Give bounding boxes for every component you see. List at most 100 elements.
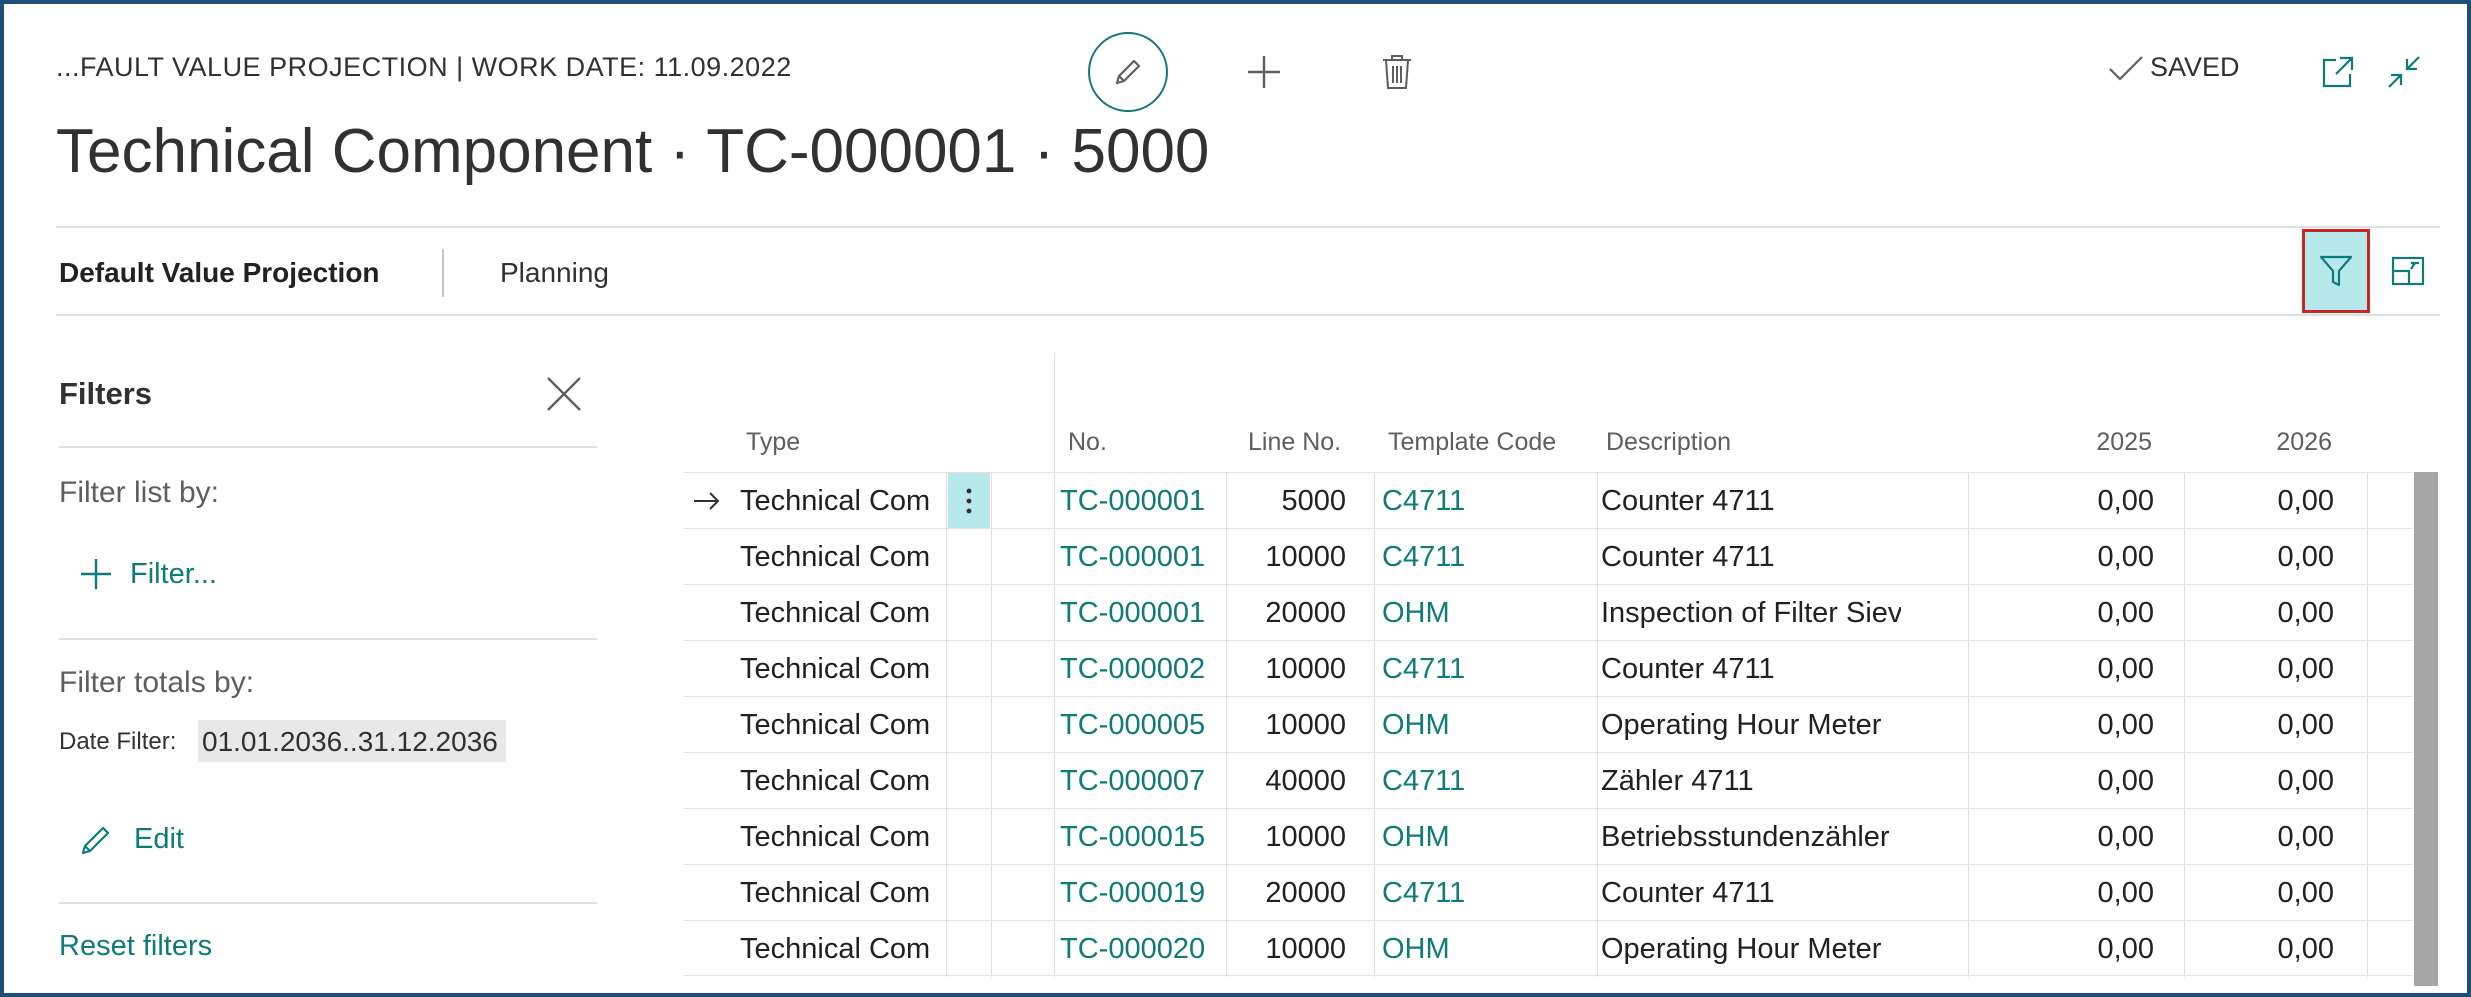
column-header-2025[interactable]: 2025 — [2004, 428, 2152, 457]
column-header-no[interactable]: No. — [1068, 428, 1107, 457]
cell-template-code[interactable]: C4711 — [1382, 641, 1562, 697]
plus-icon — [1248, 56, 1280, 88]
cell-description: Operating Hour Meter — [1601, 709, 1882, 741]
table-row[interactable]: Technical Comp... TC-000001 20000 OHM Inspec… — [684, 584, 2412, 641]
cell-line-no: 10000 — [1265, 933, 1346, 965]
cell-2025: 0,00 — [2097, 709, 2154, 741]
open-new-window-button[interactable] — [2318, 52, 2358, 92]
grid-cell-border — [1597, 809, 1598, 865]
grid-cell-border — [991, 921, 992, 977]
cell-type: Technical Comp... — [740, 541, 930, 573]
new-button[interactable] — [1240, 48, 1288, 96]
grid-cell-border — [1374, 585, 1375, 641]
edit-filter-link[interactable]: Edit — [78, 820, 184, 858]
cell-type: Technical Comp... — [740, 765, 930, 797]
table-row[interactable]: Technical Comp... TC-000019 20000 C4711 Coun… — [684, 864, 2412, 921]
cell-2025: 0,00 — [2097, 485, 2154, 517]
close-filter-pane-button[interactable] — [542, 372, 586, 416]
date-filter-value[interactable]: 01.01.2036..31.12.2036 — [198, 720, 506, 762]
edit-button[interactable] — [1088, 32, 1168, 112]
cell-2026: 0,00 — [2277, 541, 2334, 573]
factbox-toggle-button[interactable] — [2378, 229, 2438, 313]
cell-template-code[interactable]: C4711 — [1382, 529, 1562, 585]
cell-template-code[interactable]: OHM — [1382, 921, 1562, 977]
cell-no[interactable]: TC-000007 — [1060, 753, 1240, 809]
edit-icon — [81, 826, 110, 855]
grid-cell-border — [1054, 585, 1055, 641]
row-actions-menu-button[interactable] — [948, 473, 990, 529]
column-header-line-no[interactable]: Line No. — [1248, 428, 1341, 457]
cell-no[interactable]: TC-000015 — [1060, 809, 1240, 865]
table-row[interactable]: Technical Comp... TC-000005 10000 OHM Operat… — [684, 696, 2412, 753]
cell-2026: 0,00 — [2277, 821, 2334, 853]
more-vertical-icon — [966, 488, 972, 514]
header-divider — [56, 226, 2440, 228]
tab-default-value-projection[interactable]: Default Value Projection — [59, 257, 380, 289]
cell-description: Betriebsstundenzähler — [1601, 821, 1890, 853]
cell-type: Technical Comp... — [740, 653, 930, 685]
cell-template-code[interactable]: OHM — [1382, 697, 1562, 753]
cell-no[interactable]: TC-000001 — [1060, 585, 1240, 641]
cell-no[interactable]: TC-000020 — [1060, 921, 1240, 977]
cell-description: Counter 4711 — [1601, 485, 1775, 517]
filter-pane-divider — [59, 638, 597, 640]
table-row[interactable]: Technical Comp... TC-000002 10000 C4711 Coun… — [684, 640, 2412, 697]
table-row[interactable]: Technical Comp... TC-000007 40000 C4711 Zähl… — [684, 752, 2412, 809]
reset-filters-link[interactable]: Reset filters — [59, 930, 212, 963]
vertical-scrollbar[interactable] — [2414, 472, 2438, 986]
cell-template-code[interactable]: C4711 — [1382, 865, 1562, 921]
cell-2026: 0,00 — [2277, 765, 2334, 797]
popout-icon — [2322, 56, 2354, 88]
table-row[interactable]: Technical Comp... TC-000001 5000 C4711 Count… — [684, 472, 2412, 529]
cell-description: Operating Hour Meter — [1601, 933, 1882, 965]
column-header-type[interactable]: Type — [746, 428, 800, 457]
plus-icon — [81, 559, 111, 589]
grid-cell-border — [991, 529, 992, 585]
grid-cell-border — [946, 753, 947, 809]
cell-template-code[interactable]: OHM — [1382, 809, 1562, 865]
add-filter-label: Filter... — [130, 557, 218, 590]
grid-cell-border — [1054, 921, 1055, 977]
filter-totals-by-label: Filter totals by: — [59, 666, 255, 699]
cell-no[interactable]: TC-000001 — [1060, 473, 1240, 529]
column-header-description[interactable]: Description — [1606, 428, 1731, 457]
grid-cell-border — [1968, 473, 1969, 529]
cell-no[interactable]: TC-000005 — [1060, 697, 1240, 753]
cell-line-no: 10000 — [1265, 653, 1346, 685]
grid-cell-border — [1054, 753, 1055, 809]
grid-cell-border — [1968, 697, 1969, 753]
cell-template-code[interactable]: C4711 — [1382, 473, 1562, 529]
filter-pane-divider — [59, 902, 597, 904]
table-row[interactable]: Technical Comp... TC-000020 10000 OHM Operat… — [684, 920, 2412, 977]
cell-type: Technical Comp... — [740, 821, 930, 853]
grid-cell-border — [1597, 473, 1598, 529]
grid-cell-border — [1374, 921, 1375, 977]
tab-planning[interactable]: Planning — [500, 257, 609, 289]
cell-no[interactable]: TC-000002 — [1060, 641, 1240, 697]
grid-cell-border — [1968, 641, 1969, 697]
cell-no[interactable]: TC-000001 — [1060, 529, 1240, 585]
column-header-2026[interactable]: 2026 — [2184, 428, 2332, 457]
column-header-template-code[interactable]: Template Code — [1388, 428, 1556, 457]
cell-template-code[interactable]: C4711 — [1382, 753, 1562, 809]
cell-template-code[interactable]: OHM — [1382, 585, 1562, 641]
table-row[interactable]: Technical Comp... TC-000001 10000 C4711 Coun… — [684, 528, 2412, 585]
filter-pane-toggle-button[interactable] — [2302, 229, 2370, 313]
table-row[interactable]: Technical Comp... TC-000015 10000 OHM Betrie… — [684, 808, 2412, 865]
page-title: Technical Component · TC-000001 · 5000 — [56, 117, 1210, 186]
edit-icon — [1115, 59, 1141, 85]
selected-row-arrow-icon — [692, 473, 728, 529]
grid-cell-border — [946, 529, 947, 585]
saved-status: SAVED — [2108, 52, 2240, 83]
grid-cell-border — [1597, 585, 1598, 641]
page-frame: ...FAULT VALUE PROJECTION | WORK DATE: 1… — [0, 0, 2471, 997]
grid-cell-border — [991, 865, 992, 921]
cell-type: Technical Comp... — [740, 933, 930, 965]
cell-description: Counter 4711 — [1601, 877, 1775, 909]
saved-label: SAVED — [2150, 52, 2240, 82]
collapse-button[interactable] — [2384, 52, 2424, 92]
delete-button[interactable] — [1374, 48, 1420, 96]
add-filter-link[interactable]: Filter... — [78, 556, 217, 592]
cell-no[interactable]: TC-000019 — [1060, 865, 1240, 921]
grid-cell-border — [991, 697, 992, 753]
